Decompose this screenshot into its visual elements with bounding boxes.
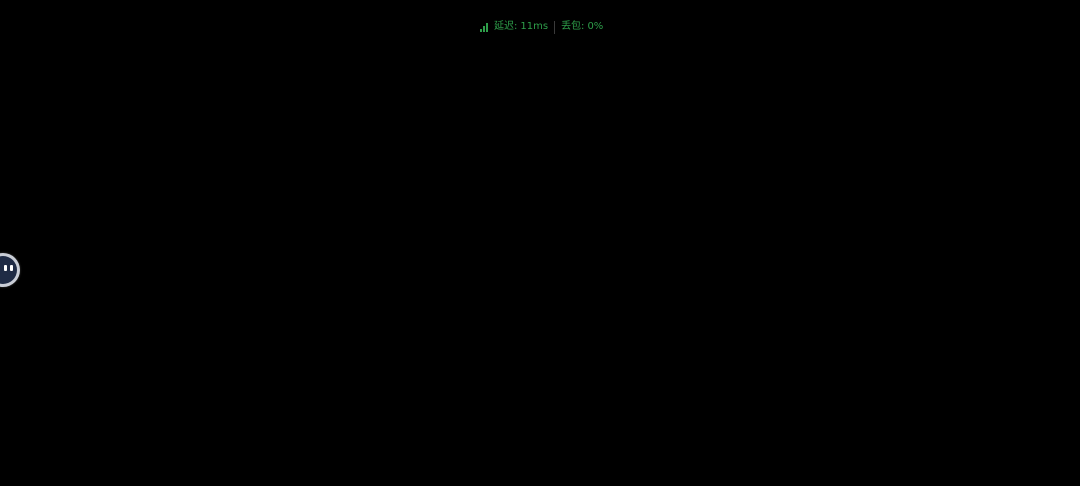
game-screen: 延迟: 11ms 丢包: 0% [0,0,1080,486]
packet-loss-value: 0% [587,21,604,32]
floating-assistant-icon [0,256,17,284]
stats-divider [554,20,556,34]
signal-bars-icon [480,22,490,32]
floating-assistant-button[interactable] [0,253,20,287]
assistant-eyes [3,265,13,271]
latency-label: 延迟: [494,21,518,32]
network-stats-overlay: 延迟: 11ms 丢包: 0% [480,19,603,35]
latency-value: 11ms [520,21,549,32]
latency-stat: 延迟: 11ms [494,19,548,35]
packet-loss-label: 丢包: [561,21,585,32]
packet-loss-stat: 丢包: 0% [561,19,603,35]
